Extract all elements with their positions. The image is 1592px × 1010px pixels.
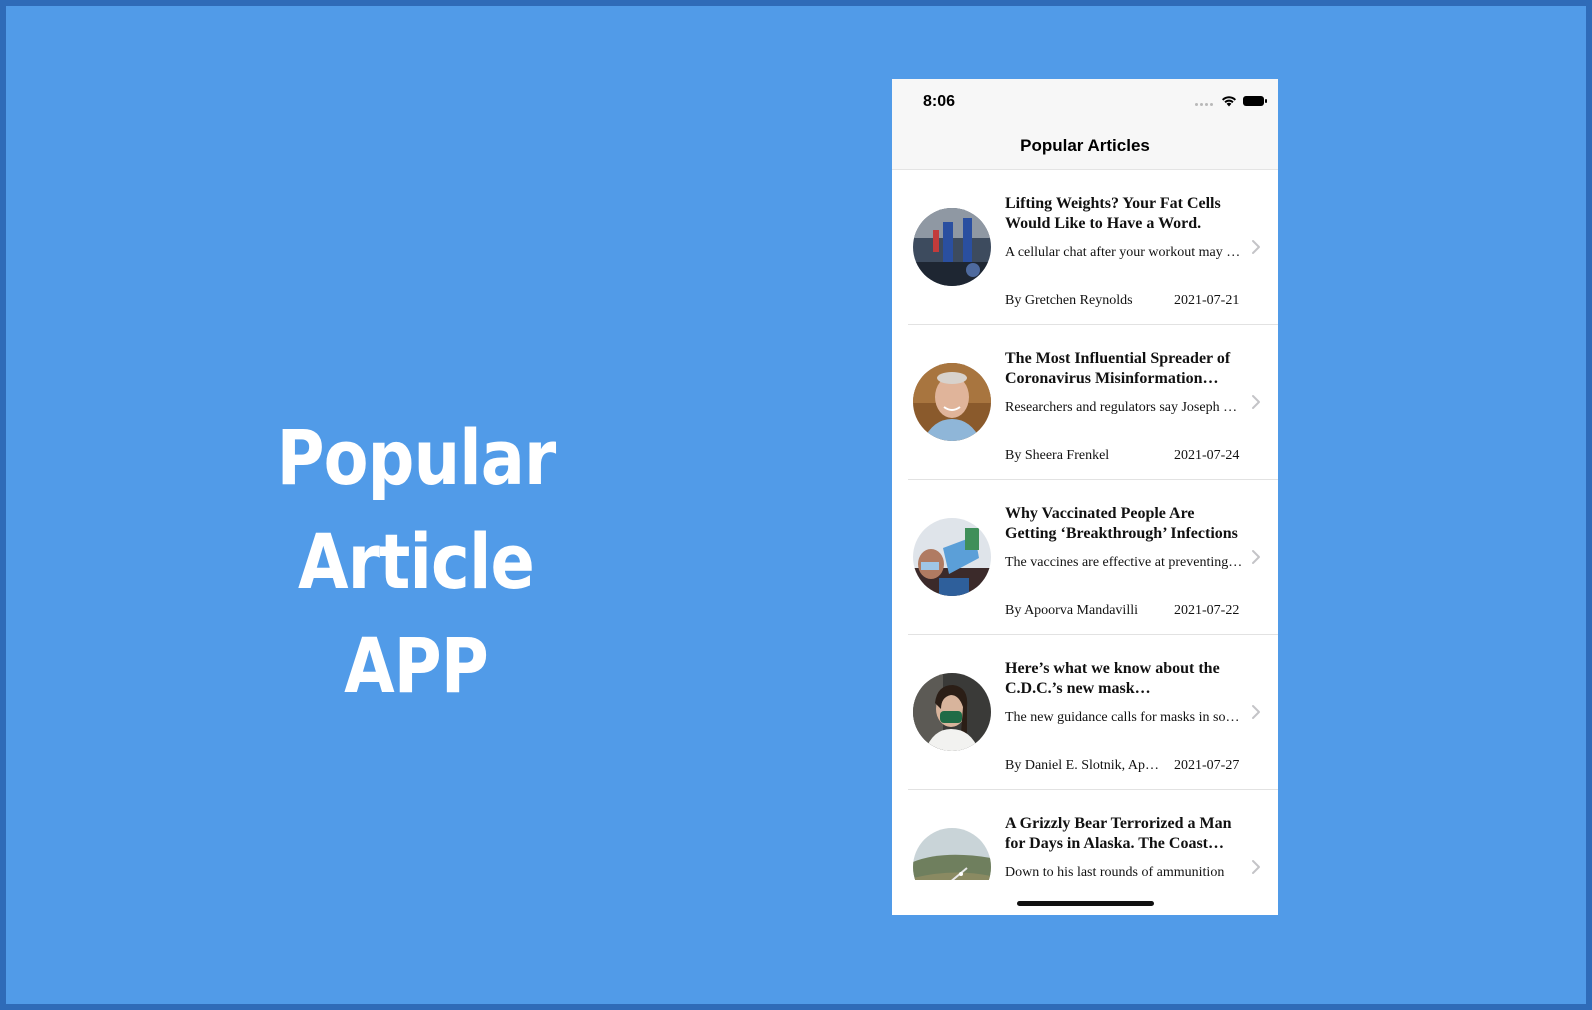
article-row-5[interactable]: A Grizzly Bear Terrorized a Man for Days… bbox=[908, 790, 1278, 880]
article-row-2[interactable]: The Most Influential Spreader of Coronav… bbox=[908, 325, 1278, 480]
article-thumbnail bbox=[913, 208, 991, 286]
nav-title: Popular Articles bbox=[1020, 136, 1150, 155]
article-title: Here’s what we know about the C.D.C.’s n… bbox=[1005, 660, 1220, 697]
chevron-right-icon bbox=[1252, 240, 1260, 254]
article-row-4[interactable]: Here’s what we know about the C.D.C.’s n… bbox=[908, 635, 1278, 790]
wifi-icon bbox=[1222, 96, 1236, 107]
status-icons bbox=[1195, 95, 1267, 107]
home-indicator[interactable] bbox=[1017, 901, 1154, 906]
article-title: Why Vaccinated People Are Getting ‘Break… bbox=[1005, 505, 1238, 542]
chevron-right-icon bbox=[1252, 705, 1260, 719]
article-byline: By Sheera Frenkel bbox=[1005, 448, 1110, 463]
promo-title-line2: APP bbox=[344, 621, 489, 710]
article-byline: By Gretchen Reynolds bbox=[1005, 293, 1133, 308]
article-byline: By Daniel E. Slotnik, Apoorva Mandavilli bbox=[1005, 758, 1165, 773]
promo-title: Popular Article APP bbox=[175, 406, 657, 718]
article-abstract: The new guidance calls for masks in some… bbox=[1005, 710, 1245, 725]
chevron-right-icon bbox=[1252, 860, 1260, 874]
article-date: 2021-07-24 bbox=[1174, 448, 1240, 463]
article-list[interactable]: Lifting Weights? Your Fat Cells Would Li… bbox=[892, 170, 1278, 880]
chevron-right-icon bbox=[1252, 395, 1260, 409]
status-time: 8:06 bbox=[923, 93, 956, 110]
chevron-right-icon bbox=[1252, 550, 1260, 564]
article-title: Lifting Weights? Your Fat Cells Would Li… bbox=[1005, 195, 1221, 232]
article-abstract: A cellular chat after your workout may h… bbox=[1005, 245, 1245, 260]
article-thumbnail bbox=[913, 828, 991, 880]
article-date: 2021-07-27 bbox=[1174, 758, 1240, 773]
promo-background: Popular Article APP bbox=[6, 6, 1586, 1004]
phone-screen: 8:06 Popular Articles Lifting Weights? Y… bbox=[892, 79, 1278, 915]
signal-dots-icon bbox=[1195, 102, 1213, 106]
article-abstract: Researchers and regulators say Joseph Me… bbox=[1005, 400, 1245, 415]
article-title: A Grizzly Bear Terrorized a Man for Days… bbox=[1005, 815, 1232, 852]
status-bar: 8:06 bbox=[892, 79, 1278, 123]
navigation-bar: Popular Articles bbox=[892, 123, 1278, 170]
article-row-1[interactable]: Lifting Weights? Your Fat Cells Would Li… bbox=[908, 170, 1278, 325]
article-row-3[interactable]: Why Vaccinated People Are Getting ‘Break… bbox=[908, 480, 1278, 635]
promo-title-line1: Popular Article bbox=[276, 413, 557, 606]
article-date: 2021-07-22 bbox=[1174, 603, 1240, 618]
article-abstract: Down to his last rounds of ammunition bbox=[1005, 865, 1225, 880]
article-thumbnail bbox=[913, 673, 991, 751]
article-thumbnail bbox=[913, 363, 991, 441]
article-date: 2021-07-21 bbox=[1174, 293, 1240, 308]
battery-icon bbox=[1243, 96, 1267, 106]
article-thumbnail bbox=[913, 518, 991, 596]
article-byline: By Apoorva Mandavilli bbox=[1005, 603, 1138, 618]
article-title: The Most Influential Spreader of Coronav… bbox=[1005, 350, 1231, 387]
article-abstract: The vaccines are effective at preventing… bbox=[1005, 555, 1245, 570]
